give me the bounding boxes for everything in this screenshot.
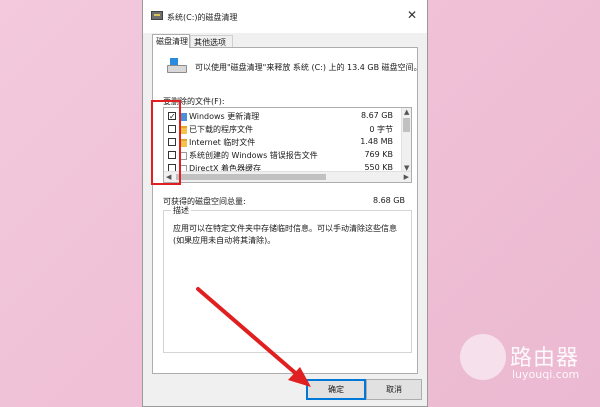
- file-icon: [180, 152, 187, 160]
- close-icon[interactable]: ✕: [405, 8, 419, 22]
- intro-text: 可以使用"磁盘清理"来释放 系统 (C:) 上的 13.4 GB 磁盘空间。: [195, 63, 422, 72]
- drive-icon: [165, 58, 187, 78]
- file-name: Windows 更新清理: [189, 112, 260, 121]
- scroll-right-icon[interactable]: ▶: [404, 173, 409, 181]
- watermark-url: luyouqi.com: [512, 368, 580, 381]
- description-title: 描述: [171, 205, 191, 216]
- list-item[interactable]: 系统创建的 Windows 错误报告文件 769 KB: [164, 149, 411, 162]
- horizontal-scroll-thumb[interactable]: [176, 174, 326, 180]
- ok-button[interactable]: 确定: [306, 379, 366, 400]
- watermark-router-icon: [460, 334, 506, 380]
- title-bar[interactable]: 系统(C:)的磁盘清理 ✕: [143, 0, 427, 33]
- checkbox-highlight-box: [151, 100, 181, 185]
- file-size: 0 字节: [369, 125, 393, 134]
- tab-page: 可以使用"磁盘清理"来释放 系统 (C:) 上的 13.4 GB 磁盘空间。 要…: [152, 47, 422, 374]
- vertical-scrollbar[interactable]: ▲ ▼: [401, 108, 411, 172]
- folder-icon: [180, 139, 187, 147]
- files-list[interactable]: ✓ Windows 更新清理 8.67 GB 已下载的程序文件 0 字节 Int…: [163, 107, 412, 183]
- file-size: 1.48 MB: [360, 137, 393, 146]
- description-group: 描述 应用可以在特定文件夹中存储临时信息。可以手动清除这些信息(如果应用未自动将…: [163, 205, 412, 353]
- list-item[interactable]: 已下载的程序文件 0 字节: [164, 123, 411, 136]
- horizontal-scrollbar[interactable]: ◀ ▶: [164, 171, 411, 182]
- cancel-button[interactable]: 取消: [366, 379, 422, 400]
- list-item[interactable]: ✓ Windows 更新清理 8.67 GB: [164, 110, 411, 123]
- window-title: 系统(C:)的磁盘清理: [167, 13, 238, 22]
- folder-icon: [180, 126, 187, 134]
- file-name: 已下载的程序文件: [189, 125, 253, 134]
- file-size: 769 KB: [364, 150, 393, 159]
- file-name: Internet 临时文件: [189, 138, 256, 147]
- tab-disk-cleanup[interactable]: 磁盘清理: [152, 34, 190, 48]
- windows-update-icon: [180, 113, 187, 121]
- file-name: 系统创建的 Windows 错误报告文件: [189, 151, 318, 160]
- list-item[interactable]: Internet 临时文件 1.48 MB: [164, 136, 411, 149]
- vertical-scroll-thumb[interactable]: [403, 118, 410, 132]
- disk-cleanup-app-icon: [151, 11, 163, 20]
- description-text: 应用可以在特定文件夹中存储临时信息。可以手动清除这些信息(如果应用未自动将其清除…: [173, 224, 397, 245]
- disk-cleanup-window: 系统(C:)的磁盘清理 ✕ 磁盘清理 其他选项 可以使用"磁盘清理"来释放 系统…: [142, 0, 428, 407]
- scroll-up-icon[interactable]: ▲: [404, 108, 409, 116]
- total-space-value: 8.68 GB: [372, 196, 405, 205]
- file-size: 8.67 GB: [360, 111, 393, 120]
